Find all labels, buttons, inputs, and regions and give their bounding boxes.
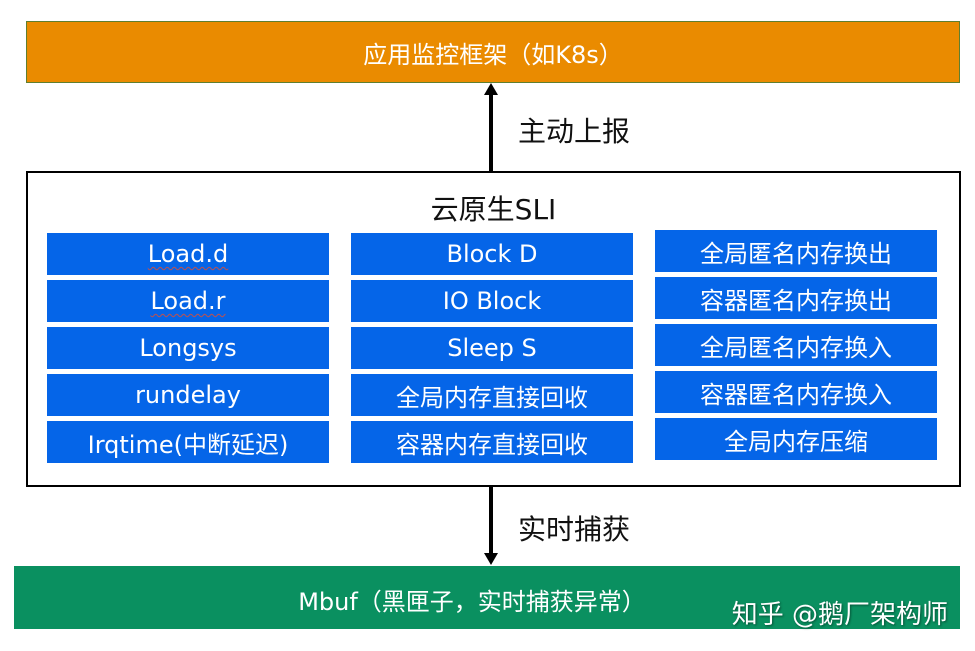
sli-item: 容器匿名内存换入 [655,371,937,413]
app-monitoring-framework-label: 应用监控框架（如K8s） [363,40,623,69]
sli-item: 全局内存直接回收 [351,374,633,416]
sli-item: 全局内存压缩 [655,418,937,460]
arrow-down-line [489,487,493,555]
mbuf-bar: Mbuf（黑匣子，实时捕获异常） 知乎 @鹅厂架构师 [14,566,960,630]
arrow-down-icon [484,553,498,565]
app-monitoring-framework-bar: 应用监控框架（如K8s） [26,21,960,83]
sli-column-scheduling: Load.d Load.r Longsys rundelay Irqtime(中… [47,233,329,468]
sli-title: 云原生SLI [430,193,557,226]
sli-column-io-reclaim: Block D IO Block Sleep S 全局内存直接回收 容器内存直接… [351,233,633,468]
realtime-capture-label: 实时捕获 [518,513,631,546]
sli-item: Load.d [47,233,329,275]
sli-item: 全局匿名内存换入 [655,324,937,366]
sli-item: Irqtime(中断延迟) [47,421,329,463]
sli-item: IO Block [351,280,633,322]
sli-item: 容器内存直接回收 [351,421,633,463]
sli-item: Sleep S [351,327,633,369]
cloud-native-sli-box: 云原生SLI Load.d Load.r Longsys rundelay Ir… [26,171,961,487]
sli-item: Longsys [47,327,329,369]
sli-item: 全局匿名内存换出 [655,230,937,272]
watermark: 知乎 @鹅厂架构师 [731,600,948,630]
sli-item: Block D [351,233,633,275]
sli-column-memory-swap: 全局匿名内存换出 容器匿名内存换出 全局匿名内存换入 容器匿名内存换入 全局内存… [655,230,937,465]
sli-item: 容器匿名内存换出 [655,277,937,319]
sli-item: rundelay [47,374,329,416]
active-report-label: 主动上报 [518,115,631,148]
sli-item: Load.r [47,280,329,322]
arrow-up-line [489,92,493,171]
